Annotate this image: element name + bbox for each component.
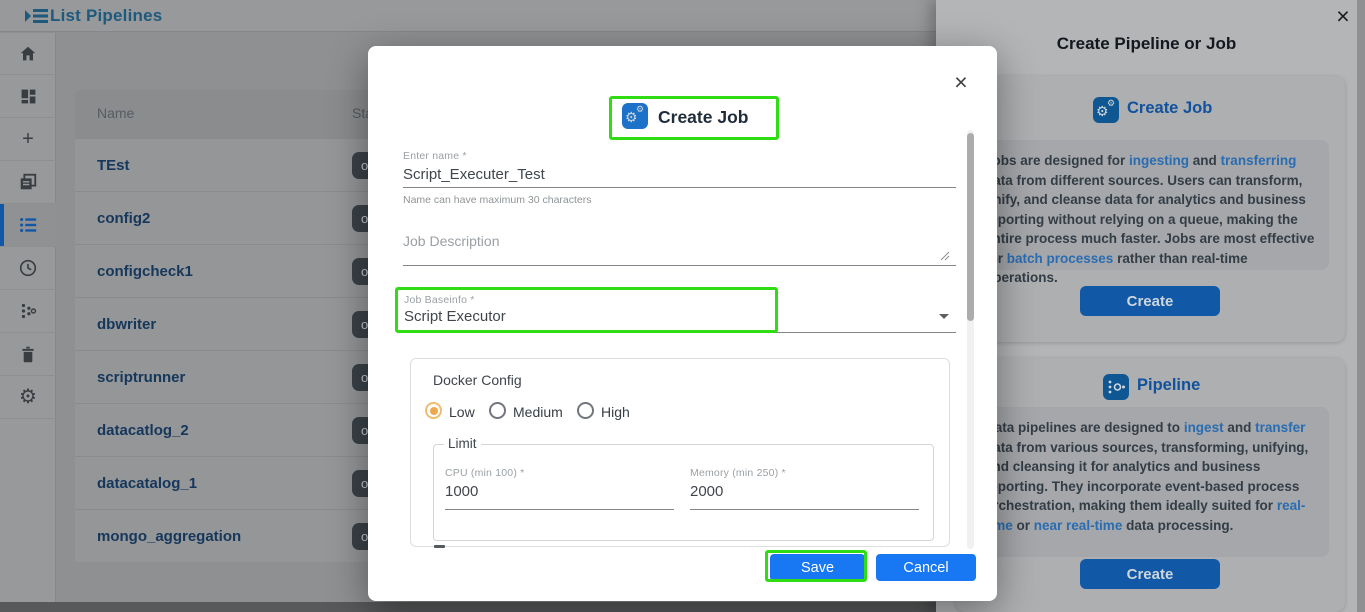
pipeline-name-link[interactable]: datacatlog_2 bbox=[97, 422, 189, 439]
radio-high[interactable] bbox=[577, 402, 594, 419]
app-root: List Pipelines + ⚙ Name bbox=[0, 0, 1365, 612]
radio-low-label[interactable]: Low bbox=[449, 404, 475, 420]
radio-low[interactable] bbox=[425, 402, 442, 419]
library-icon bbox=[18, 172, 38, 192]
sidebar-item-settings[interactable]: ⚙ bbox=[0, 376, 56, 419]
pipeline-section-heading: Pipeline bbox=[1137, 376, 1200, 395]
name-helper-text: Name can have maximum 30 characters bbox=[403, 194, 592, 206]
limit-legend: Limit bbox=[444, 436, 481, 451]
text-segment: or bbox=[1013, 518, 1034, 533]
radio-high-label[interactable]: High bbox=[601, 404, 630, 420]
name-input[interactable]: Script_Executer_Test bbox=[403, 166, 545, 183]
cpu-input[interactable]: 1000 bbox=[445, 483, 478, 500]
create-pipeline-or-job-drawer: × Create Pipeline or Job ⚙⚙ Create Job J… bbox=[936, 0, 1365, 612]
sidebar-item-dashboard[interactable] bbox=[0, 75, 56, 118]
sidebar-item-trash[interactable] bbox=[0, 333, 56, 376]
cancel-button[interactable]: Cancel bbox=[876, 554, 976, 581]
job-description-textarea[interactable]: Job Description bbox=[403, 233, 500, 249]
link-ingest[interactable]: ingest bbox=[1184, 420, 1224, 435]
sidebar-item-schedule[interactable] bbox=[0, 247, 56, 290]
radio-medium[interactable] bbox=[489, 402, 506, 419]
cpu-label: CPU (min 100) * bbox=[445, 467, 524, 479]
create-job-button[interactable]: Create bbox=[1080, 286, 1220, 316]
baseinfo-select[interactable]: Script Executor bbox=[404, 308, 506, 325]
drawer-title: Create Pipeline or Job bbox=[936, 34, 1357, 54]
gear-icon: ⚙ bbox=[19, 387, 37, 407]
text-segment: and bbox=[1224, 420, 1256, 435]
pipeline-name-link[interactable]: dbwriter bbox=[97, 316, 156, 333]
home-icon bbox=[18, 44, 38, 64]
save-button[interactable]: Save bbox=[770, 554, 865, 581]
link-near-real-time[interactable]: near real-time bbox=[1034, 518, 1123, 533]
page-title: List Pipelines bbox=[50, 6, 162, 26]
sidebar-item-list-pipelines[interactable] bbox=[0, 204, 56, 247]
pipeline-section-card: Pipeline Data pipelines are designed to … bbox=[956, 358, 1345, 612]
partially-visible-control bbox=[434, 545, 445, 548]
text-segment: data processing. bbox=[1122, 518, 1233, 533]
text-segment: data from various sources, transforming,… bbox=[985, 440, 1308, 514]
sidebar-item-add[interactable]: + bbox=[0, 118, 56, 161]
hub-icon bbox=[18, 301, 38, 321]
description-underline bbox=[403, 265, 956, 266]
pipeline-flow-icon bbox=[1103, 374, 1129, 400]
link-transfer[interactable]: transfer bbox=[1255, 420, 1305, 435]
pipeline-name-link[interactable]: TEst bbox=[97, 157, 130, 174]
baseinfo-label: Job Baseinfo * bbox=[404, 294, 475, 306]
sidebar-nav: + ⚙ bbox=[0, 32, 56, 602]
memory-underline bbox=[690, 509, 919, 510]
dashboard-icon bbox=[19, 87, 38, 106]
drawer-scrollbar[interactable] bbox=[1357, 0, 1365, 612]
text-segment: Data pipelines are designed to bbox=[985, 420, 1184, 435]
dropdown-arrow-icon[interactable] bbox=[939, 314, 949, 319]
name-field-label: Enter name * bbox=[403, 150, 467, 162]
create-pipeline-button[interactable]: Create bbox=[1080, 559, 1220, 589]
clock-icon bbox=[18, 258, 38, 278]
job-section-card: ⚙⚙ Create Job Jobs are designed for inge… bbox=[956, 76, 1345, 342]
pipeline-name-link[interactable]: configcheck1 bbox=[97, 263, 193, 280]
pipelines-logo-icon bbox=[25, 7, 49, 25]
job-gears-icon: ⚙⚙ bbox=[622, 103, 648, 129]
memory-input[interactable]: 2000 bbox=[690, 483, 723, 500]
link-ingesting[interactable]: ingesting bbox=[1129, 153, 1189, 168]
job-section-heading: Create Job bbox=[1127, 99, 1212, 118]
dialog-title: Create Job bbox=[658, 107, 748, 128]
sidebar-item-home[interactable] bbox=[0, 32, 56, 75]
pipeline-name-link[interactable]: scriptrunner bbox=[97, 369, 185, 386]
job-description-text: Jobs are designed for ingesting and tran… bbox=[972, 140, 1329, 270]
text-segment: Jobs are designed for bbox=[985, 153, 1129, 168]
dialog-close-icon[interactable]: × bbox=[948, 70, 974, 96]
radio-medium-label[interactable]: Medium bbox=[513, 404, 563, 420]
link-batch-processes[interactable]: batch processes bbox=[1007, 251, 1114, 266]
list-icon bbox=[18, 215, 38, 235]
create-job-dialog: × ⚙⚙ Create Job Enter name * Script_Exec… bbox=[368, 46, 997, 601]
job-gears-icon: ⚙⚙ bbox=[1093, 97, 1119, 123]
pipeline-name-link[interactable]: mongo_aggregation bbox=[97, 528, 241, 545]
trash-icon bbox=[19, 345, 37, 364]
pipeline-name-link[interactable]: config2 bbox=[97, 210, 150, 227]
plus-icon: + bbox=[22, 129, 34, 149]
column-header-name: Name bbox=[97, 105, 134, 121]
memory-label: Memory (min 250) * bbox=[690, 467, 786, 479]
baseinfo-underline bbox=[403, 332, 956, 333]
sidebar-item-ml-hub[interactable] bbox=[0, 290, 56, 333]
pipeline-description-text: Data pipelines are designed to ingest an… bbox=[972, 407, 1329, 557]
docker-config-card: Docker Config Low Medium High Limit CPU … bbox=[410, 358, 950, 547]
name-input-underline bbox=[403, 187, 956, 188]
link-transferring[interactable]: transferring bbox=[1221, 153, 1297, 168]
text-segment: and bbox=[1189, 153, 1221, 168]
drawer-close-icon[interactable]: × bbox=[1330, 4, 1356, 30]
pipeline-name-link[interactable]: datacatalog_1 bbox=[97, 475, 197, 492]
cpu-underline bbox=[445, 509, 674, 510]
limit-fieldset: Limit CPU (min 100) * 1000 Memory (min 2… bbox=[433, 444, 934, 541]
sidebar-item-library[interactable] bbox=[0, 161, 56, 204]
docker-config-title: Docker Config bbox=[433, 372, 522, 388]
modal-scrollbar-thumb[interactable] bbox=[967, 133, 974, 321]
textarea-resize-icon[interactable] bbox=[940, 251, 950, 261]
